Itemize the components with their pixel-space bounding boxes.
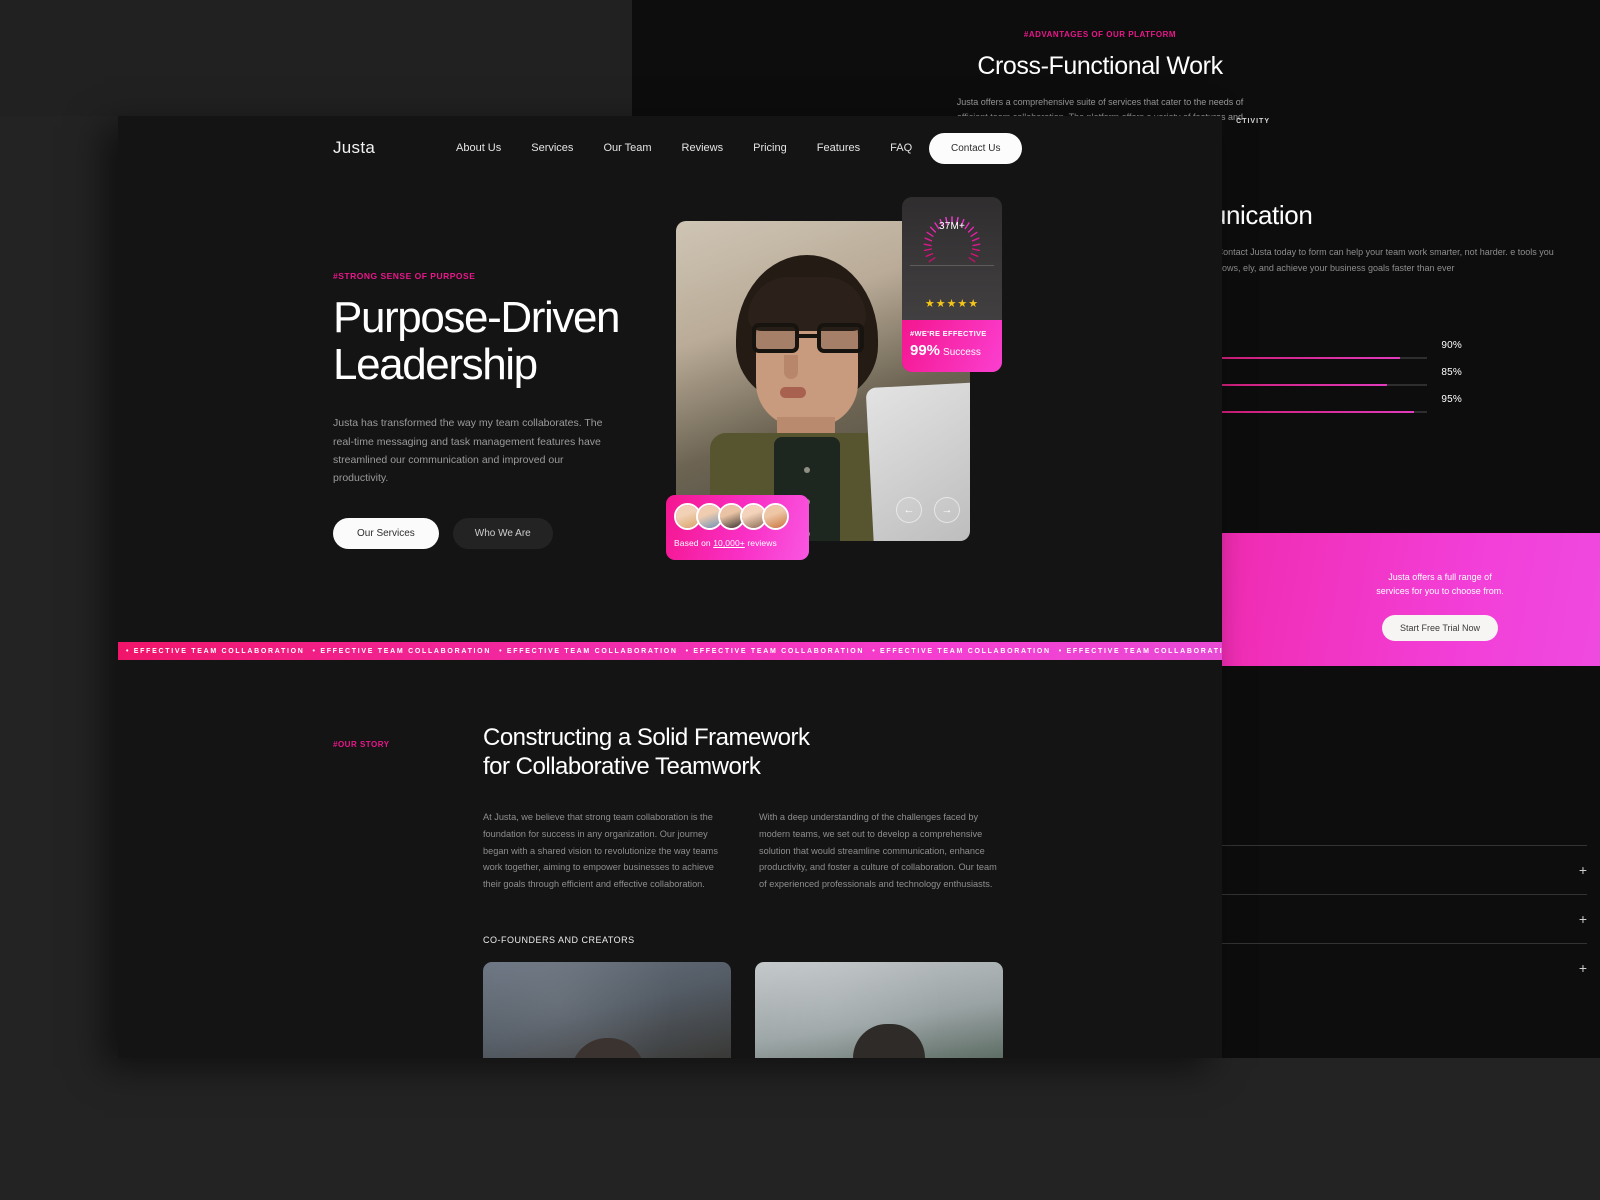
our-story-heading: Constructing a Solid Framework for Colla… xyxy=(483,724,810,782)
arrow-right-icon[interactable]: → xyxy=(934,497,960,523)
marquee-banner: • EFFECTIVE TEAM COLLABORATION • EFFECTI… xyxy=(118,642,1222,660)
nav-link-services[interactable]: Services xyxy=(531,142,573,154)
free-trial-cta-card: Justa offers a full range of services fo… xyxy=(1220,533,1600,666)
marquee-item: • EFFECTIVE TEAM COLLABORATION xyxy=(312,647,492,655)
hero-buttons: Our Services Who We Are xyxy=(333,517,663,549)
reviews-text-before: Based on xyxy=(674,538,714,548)
nav-link-our-team[interactable]: Our Team xyxy=(603,142,651,154)
productivity-side-label: CTIVITY xyxy=(1236,118,1270,125)
our-story-column-left: At Justa, we believe that strong team co… xyxy=(483,812,718,890)
carousel-controls: ← → xyxy=(896,497,960,523)
navbar: Justa About Us Services Our Team Reviews… xyxy=(118,116,1222,180)
cofounder-cards xyxy=(483,962,1222,1058)
hero-text-block: #STRONG SENSE OF PURPOSE Purpose-Driven … xyxy=(333,271,663,549)
stats-card: 37M+ ★★★★★ #WE'RE EFFECTIVE 99% Success xyxy=(902,197,1002,372)
avatar xyxy=(762,503,789,530)
cross-functional-title: Cross-Functional Work xyxy=(977,52,1223,80)
cofounders-label: CO-FOUNDERS AND CREATORS xyxy=(483,935,635,945)
skill-bar-percent: 90% xyxy=(1441,340,1462,351)
skill-bar-percent: 85% xyxy=(1441,367,1462,378)
background-panel-top-left xyxy=(0,0,632,116)
plus-icon[interactable]: + xyxy=(1579,912,1587,926)
avatar-group xyxy=(674,503,809,530)
success-label: Success xyxy=(943,347,981,358)
reviews-count: 10,000+ xyxy=(713,538,745,548)
background-strip-bottom xyxy=(0,1058,1600,1200)
hero-title-line1: Purpose-Driven xyxy=(333,293,620,342)
nav-link-features[interactable]: Features xyxy=(817,142,860,154)
marquee-item: • EFFECTIVE TEAM COLLABORATION xyxy=(126,647,305,655)
nav-links: About Us Services Our Team Reviews Prici… xyxy=(456,142,912,154)
plus-icon[interactable]: + xyxy=(1579,863,1587,877)
start-free-trial-button[interactable]: Start Free Trial Now xyxy=(1381,614,1499,641)
cofounder-card[interactable] xyxy=(483,962,731,1058)
nav-link-about-us[interactable]: About Us xyxy=(456,142,501,154)
brand-logo[interactable]: Justa xyxy=(333,138,375,158)
cross-functional-tag: #ADVANTAGES OF OUR PLATFORM xyxy=(1023,30,1177,39)
marquee-item: • EFFECTIVE TEAM COLLABORATION xyxy=(499,647,678,655)
effective-tag: #WE'RE EFFECTIVE xyxy=(910,329,987,338)
contact-us-button[interactable]: Contact Us xyxy=(929,132,1023,164)
main-page-panel: Justa About Us Services Our Team Reviews… xyxy=(118,116,1222,1058)
reviews-text-after: reviews xyxy=(744,538,777,548)
nav-link-faq[interactable]: FAQ xyxy=(890,142,912,154)
hero-title-line2: Leadership xyxy=(333,339,538,389)
nav-link-reviews[interactable]: Reviews xyxy=(682,142,724,154)
who-we-are-button[interactable]: Who We Are xyxy=(452,517,553,549)
marquee-item: • EFFECTIVE TEAM COLLABORATION xyxy=(1058,647,1222,655)
effectiveness-block: #WE'RE EFFECTIVE 99% Success xyxy=(902,320,1002,372)
cta-text-line2: services for you to choose from. xyxy=(1376,586,1504,597)
gauge-widget: 37M+ xyxy=(902,197,1002,285)
rating-stars-icon: ★★★★★ xyxy=(924,298,980,310)
cta-text-line1: Justa offers a full range of xyxy=(1388,572,1492,582)
marquee-item: • EFFECTIVE TEAM COLLABORATION xyxy=(872,647,1051,655)
arrow-left-icon[interactable]: ← xyxy=(896,497,922,523)
our-story-heading-line2: for Collaborative Teamwork xyxy=(483,752,761,780)
reviews-caption: Based on 10,000+ reviews xyxy=(674,538,809,548)
skill-bar-percent: 95% xyxy=(1441,394,1462,405)
cofounders-section: CO-FOUNDERS AND CREATORS xyxy=(483,935,1222,1058)
hero-tag: #STRONG SENSE OF PURPOSE xyxy=(333,271,476,281)
our-story-tag: #OUR STORY xyxy=(333,740,390,749)
our-story-heading-line1: Constructing a Solid Framework xyxy=(483,724,810,751)
marquee-item: • EFFECTIVE TEAM COLLABORATION xyxy=(685,647,865,655)
plus-icon[interactable]: + xyxy=(1579,961,1587,975)
our-services-button[interactable]: Our Services xyxy=(333,517,439,549)
our-story-columns: At Justa, we believe that strong team co… xyxy=(483,809,1001,893)
cofounder-card[interactable] xyxy=(755,962,1003,1058)
hero-paragraph: Justa has transformed the way my team co… xyxy=(333,417,603,485)
gauge-value: 37M+ xyxy=(938,221,966,232)
hero-title: Purpose-Driven Leadership xyxy=(333,293,663,389)
our-story-column-right: With a deep understanding of the challen… xyxy=(759,812,997,890)
reviews-badge: Based on 10,000+ reviews xyxy=(666,495,809,560)
success-percent: 99% xyxy=(910,342,941,359)
nav-link-pricing[interactable]: Pricing xyxy=(753,142,787,154)
glasses-icon xyxy=(752,323,864,353)
